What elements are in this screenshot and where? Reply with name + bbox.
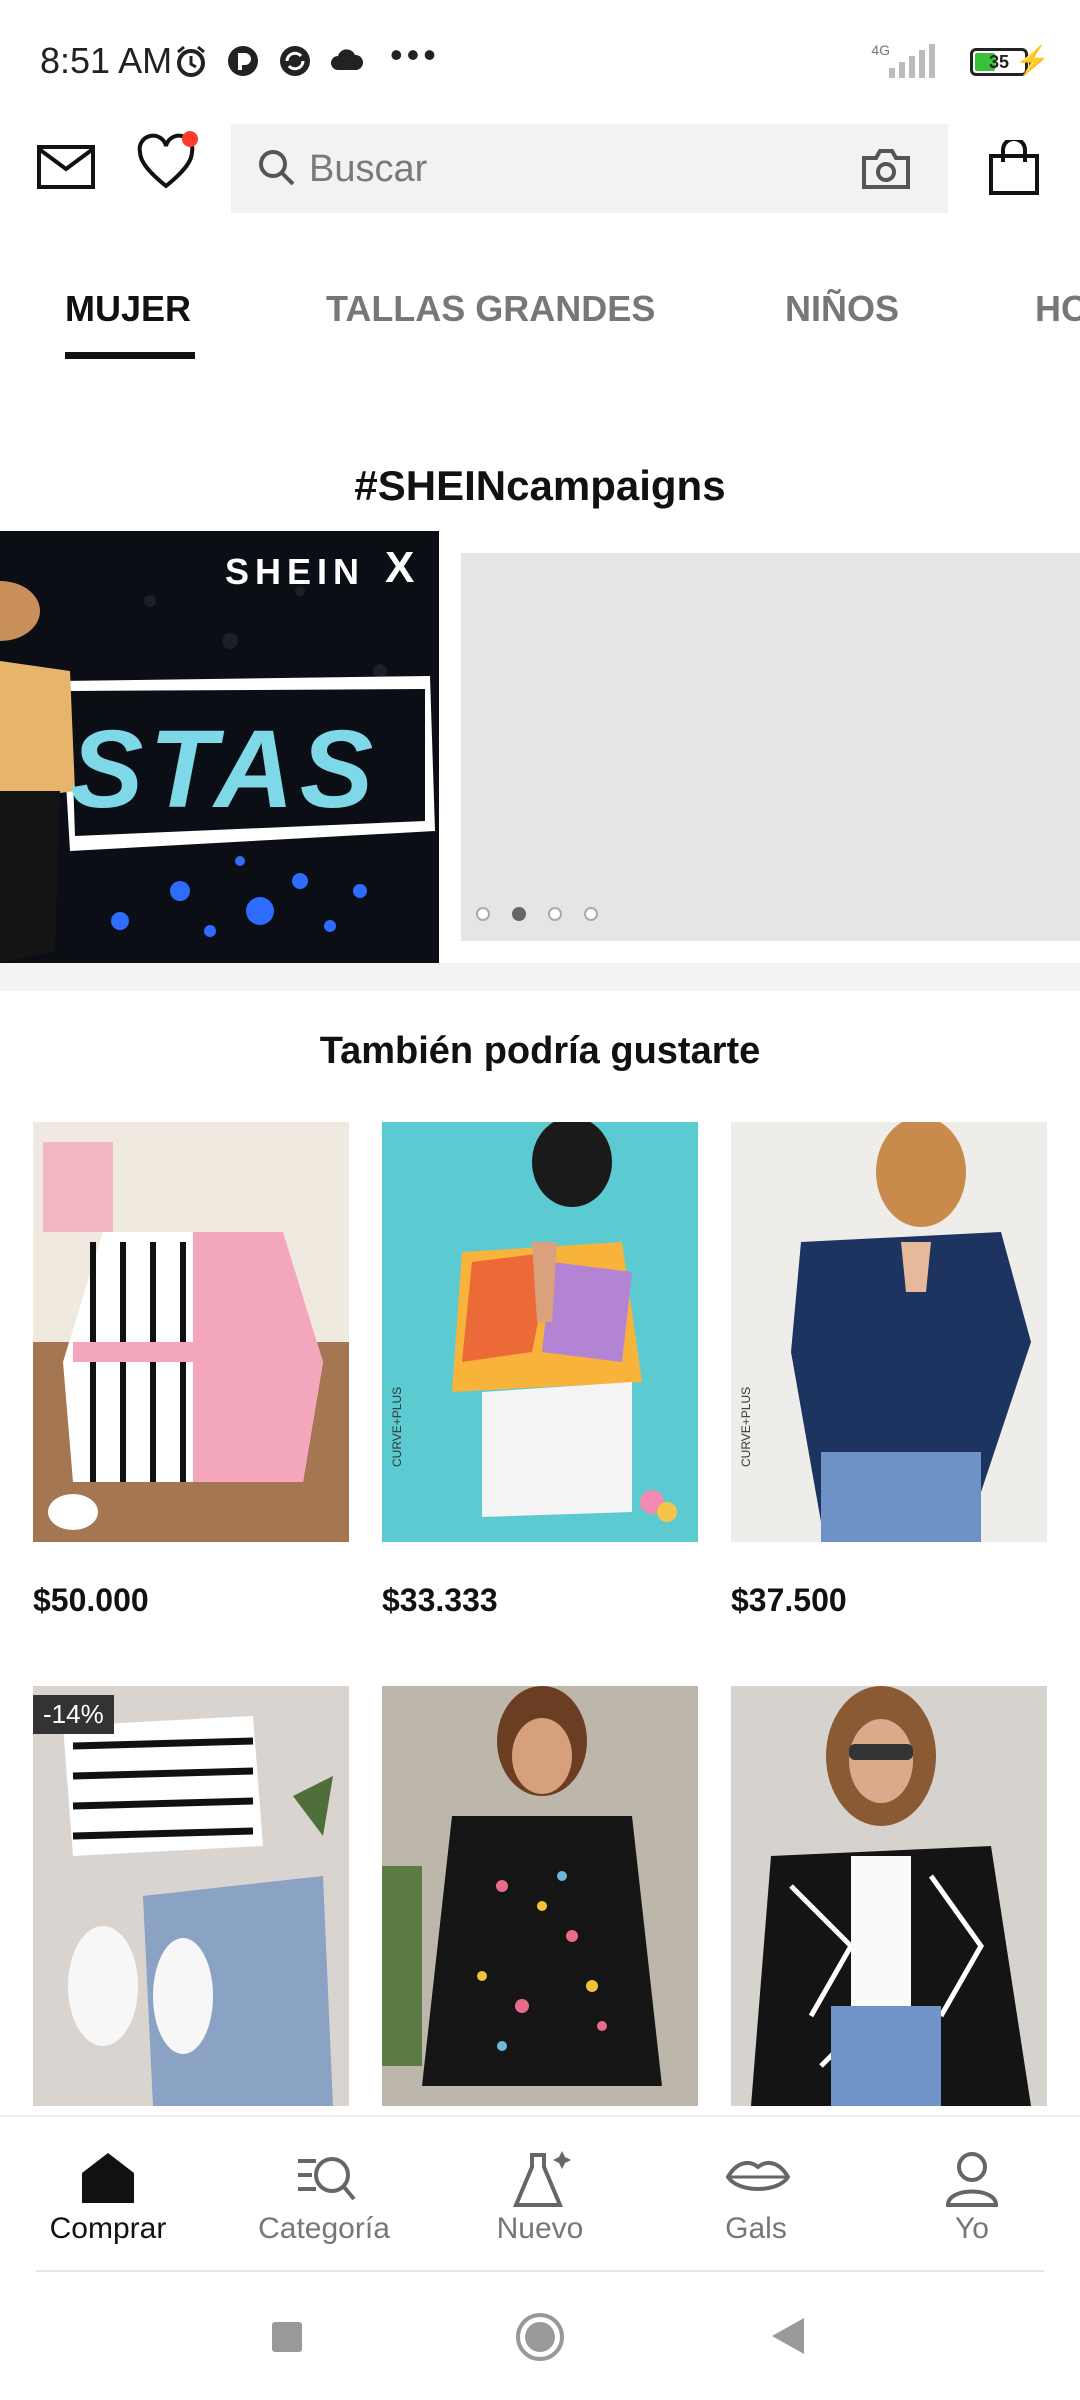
recent-apps-icon[interactable] (270, 2320, 304, 2354)
search-input[interactable]: Buscar (231, 124, 948, 213)
nav-nuevo[interactable]: Nuevo (432, 2117, 648, 2272)
carousel-dot (476, 907, 490, 921)
back-icon[interactable] (770, 2316, 806, 2356)
discount-badge: -14% (33, 1695, 114, 1734)
banner-graffiti-text: STAS (70, 708, 380, 831)
product-card[interactable]: CURVE+PLUS (731, 1122, 1047, 1542)
charging-icon: ⚡ (1015, 45, 1050, 76)
carousel-dot (584, 907, 598, 921)
recommendations-title: También podría gustarte (319, 1030, 761, 1072)
category-search-icon (298, 2157, 356, 2201)
active-tab-indicator (65, 352, 195, 359)
carousel-dot (548, 907, 562, 921)
carousel-dot-active (512, 907, 526, 921)
nav-yo[interactable]: Yo (864, 2117, 1080, 2272)
search-icon (259, 150, 295, 186)
tab-ninos[interactable]: NIÑOS (785, 288, 899, 330)
sync-icon (278, 44, 312, 78)
campaign-banner-placeholder[interactable] (461, 553, 1080, 941)
banner-x: X (385, 543, 415, 592)
bottom-navigation: Comprar Categoría Nuevo Gals Yo (0, 2115, 1080, 2272)
system-navigation-bar (0, 2272, 1080, 2400)
nav-label: Comprar (49, 2212, 167, 2245)
signal-icon (889, 44, 935, 78)
product-card[interactable] (731, 1686, 1047, 2106)
campaigns-title: #SHEINcampaigns (354, 462, 726, 509)
product-card[interactable] (33, 1686, 349, 2106)
tab-tallas-grandes[interactable]: TALLAS GRANDES (326, 288, 655, 330)
shopping-bag-icon[interactable] (988, 137, 1040, 201)
nav-label: Nuevo (496, 2212, 584, 2245)
nav-gals[interactable]: Gals (648, 2117, 864, 2272)
product-brand: CURVE+PLUS (739, 1386, 753, 1467)
nav-categoria[interactable]: Categoría (216, 2117, 432, 2272)
alarm-icon (174, 44, 208, 78)
product-card[interactable]: CURVE+PLUS (382, 1122, 698, 1542)
network-label: 4G (871, 42, 890, 58)
campaign-banner[interactable]: SHEIN X STAS (0, 531, 439, 963)
nav-label: Yo (955, 2212, 989, 2245)
product-card[interactable] (382, 1686, 698, 2106)
banner-logo: SHEIN (225, 551, 366, 592)
home-icon (82, 2153, 134, 2203)
status-time: 8:51 AM (40, 40, 173, 81)
home-button-icon[interactable] (515, 2312, 565, 2362)
section-divider (0, 963, 1080, 991)
status-bar: 8:51 AM ••• 4G 35 ⚡ (0, 0, 1080, 120)
tab-hogar[interactable]: HO (1035, 288, 1080, 330)
product-price: $37.500 (731, 1582, 847, 1618)
mail-icon[interactable] (37, 145, 95, 194)
camera-icon[interactable] (861, 148, 911, 190)
nav-label: Gals (725, 2212, 787, 2245)
tab-mujer[interactable]: MUJER (65, 288, 191, 330)
search-placeholder: Buscar (309, 148, 428, 190)
wishlist-heart-icon[interactable] (136, 130, 202, 199)
product-card[interactable] (33, 1122, 349, 1542)
product-price: $50.000 (33, 1582, 149, 1618)
new-dress-icon (512, 2151, 571, 2207)
nav-comprar[interactable]: Comprar (0, 2117, 216, 2272)
product-price: $33.333 (382, 1582, 498, 1618)
cloud-icon (330, 44, 364, 78)
category-tabs: MUJER TALLAS GRANDES NIÑOS HO (0, 270, 1080, 370)
lips-icon (726, 2160, 790, 2191)
product-brand: CURVE+PLUS (390, 1386, 404, 1467)
nav-label: Categoría (258, 2212, 390, 2245)
person-icon (945, 2152, 999, 2207)
more-notifications: ••• (390, 34, 440, 75)
app-icon (226, 44, 260, 78)
